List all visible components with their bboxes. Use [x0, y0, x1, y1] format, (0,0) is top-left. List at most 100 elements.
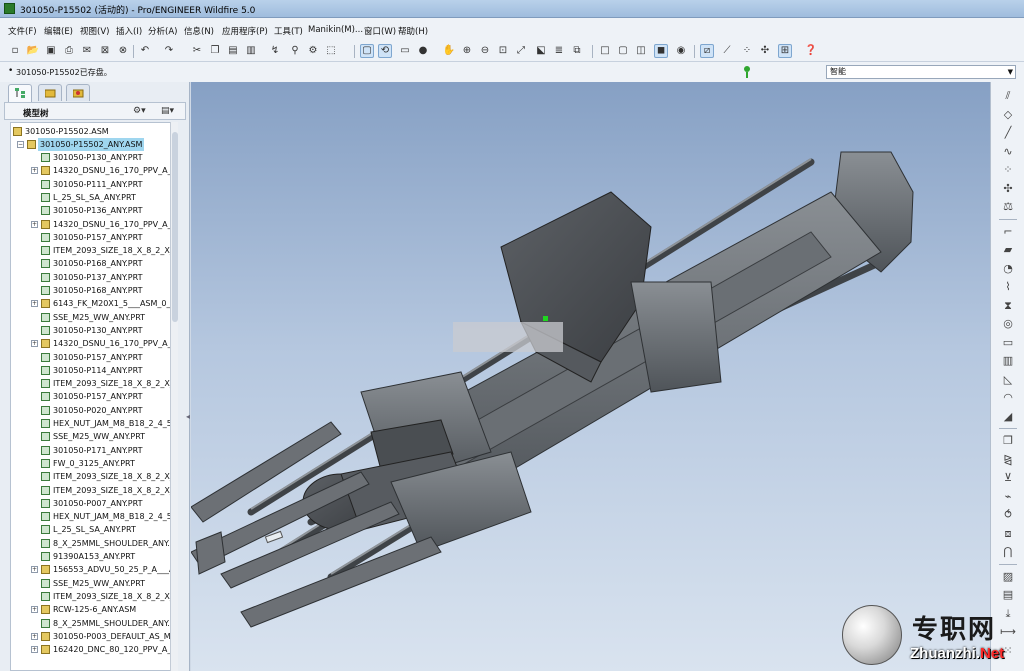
coordinate-systems-icon[interactable]: ✣	[758, 44, 772, 58]
pan-hand-icon[interactable]: ✋	[442, 44, 456, 58]
shading-ball-icon[interactable]: ●	[416, 44, 430, 58]
zoom-fit-icon[interactable]: ⊡	[496, 44, 510, 58]
expand-icon[interactable]: +	[31, 566, 38, 574]
tree-scrollbar[interactable]	[170, 122, 178, 671]
tree-item[interactable]: 301050-P157_ANY.PRT	[11, 231, 177, 244]
tree-item[interactable]: FW_0_3125_ANY.PRT	[11, 457, 177, 470]
intersect-icon[interactable]: ⋂	[1000, 544, 1016, 560]
paste-icon[interactable]: ▤	[226, 44, 240, 58]
collapse-icon[interactable]: −	[17, 141, 24, 148]
menu-tools[interactable]: 工具(T)	[274, 25, 303, 37]
zoom-out-icon[interactable]: ⊖	[478, 44, 492, 58]
tree-root[interactable]: 301050-P15502.ASM	[11, 125, 177, 138]
shading-icon[interactable]: ◼	[654, 44, 668, 58]
tree-selected-assembly[interactable]: − 301050-P15502_ANY.ASM	[11, 138, 177, 151]
sketched-curve-icon[interactable]: ∿	[1000, 144, 1016, 160]
tree-item[interactable]: 301050-P130_ANY.PRT	[11, 151, 177, 164]
new-icon[interactable]: ▫	[8, 44, 22, 58]
reorient-icon[interactable]: ⤢	[514, 44, 528, 58]
extrude-icon[interactable]: ▰	[1000, 242, 1016, 258]
refit-icon[interactable]: ▢	[360, 44, 374, 58]
menu-manikin[interactable]: Manikin(M)...	[308, 25, 363, 35]
tree-item[interactable]: +156553_ADVU_50_25_P_A___A	[11, 563, 177, 576]
offset-icon[interactable]: ⧈	[1000, 526, 1016, 542]
regenerate-icon[interactable]: ↯	[268, 44, 282, 58]
paste-special-icon[interactable]: ▥	[244, 44, 258, 58]
tree-item[interactable]: +162420_DNC_80_120_PPV_A_K	[11, 643, 177, 656]
expand-icon[interactable]: +	[31, 340, 38, 348]
tab-favorites[interactable]	[66, 84, 90, 101]
find-icon[interactable]: ⚲	[288, 44, 302, 58]
variable-sweep-icon[interactable]: ⌇	[1000, 279, 1016, 295]
tree-item[interactable]: ITEM_2093_SIZE_18_X_8_2_X_C	[11, 590, 177, 603]
mirror-icon[interactable]: ⧎	[1000, 452, 1016, 468]
sketch-icon[interactable]: ⌐	[1000, 224, 1016, 240]
datum-curve-icon[interactable]: ╱	[1000, 125, 1016, 141]
tree-item[interactable]: 91390A153_ANY.PRT	[11, 550, 177, 563]
tree-item[interactable]: ITEM_2093_SIZE_18_X_8_2_X_C	[11, 470, 177, 483]
expand-icon[interactable]: +	[31, 632, 38, 640]
chevron-down-icon[interactable]: ▼	[1008, 66, 1013, 78]
tree-item[interactable]: 301050-P168_ANY.PRT	[11, 257, 177, 270]
splitter-grip-icon[interactable]: ◂	[186, 412, 190, 421]
whats-this-icon[interactable]: ❓	[804, 44, 818, 58]
revolve-icon[interactable]: ◔	[1000, 261, 1016, 277]
tree-item[interactable]: SSE_M25_WW_ANY.PRT	[11, 430, 177, 443]
tree-item[interactable]: 301050-P020_ANY.PRT	[11, 404, 177, 417]
tree-item[interactable]: 301050-P168_ANY.PRT	[11, 284, 177, 297]
merge-icon[interactable]: ⊻	[1000, 470, 1016, 486]
menu-file[interactable]: 文件(F)	[8, 25, 37, 37]
tree-item[interactable]: SSE_M25_WW_ANY.PRT	[11, 577, 177, 590]
tree-item[interactable]: +301050-P003_DEFAULT_AS_M	[11, 630, 177, 643]
tree-item[interactable]: 301050-P157_ANY.PRT	[11, 351, 177, 364]
solidify-icon[interactable]: ▨	[1000, 569, 1016, 585]
cut-icon[interactable]: ✂	[190, 44, 204, 58]
round-icon[interactable]: ◠	[1000, 390, 1016, 406]
bolt-icon[interactable]: ⚙	[306, 44, 320, 58]
copy-feature-icon[interactable]: ❐	[1000, 433, 1016, 449]
tree-settings-icon[interactable]: ⚙▾	[133, 105, 146, 118]
tree-show-icon[interactable]: ▤▾	[161, 105, 174, 118]
tab-model-tree[interactable]	[8, 84, 32, 102]
tree-item[interactable]: +14320_DSNU_16_170_PPV_A___	[11, 337, 177, 350]
menu-window[interactable]: 窗口(W)	[364, 25, 396, 37]
open-icon[interactable]: 📂	[26, 44, 40, 58]
menu-analysis[interactable]: 分析(A)	[148, 25, 177, 37]
datum-point-icon[interactable]: ⁘	[1000, 162, 1016, 178]
datum-points-icon[interactable]: ⁘	[740, 44, 754, 58]
tree-item[interactable]: ITEM_2093_SIZE_18_X_8_2_X_C	[11, 377, 177, 390]
expand-icon[interactable]: +	[31, 606, 38, 614]
menu-applications[interactable]: 应用程序(P)	[222, 25, 268, 37]
annotations-icon[interactable]: ⊞	[778, 44, 792, 58]
shell-icon[interactable]: ▭	[1000, 335, 1016, 351]
tree-item[interactable]: 8_X_25MML_SHOULDER_ANY.	[11, 617, 177, 630]
orient-icon[interactable]: ▭	[398, 44, 412, 58]
expand-icon[interactable]: +	[31, 300, 38, 308]
expand-icon[interactable]: +	[31, 646, 38, 654]
tree-item[interactable]: 301050-P130_ANY.PRT	[11, 324, 177, 337]
analysis-icon[interactable]: ⚖	[1000, 199, 1016, 215]
tree-item[interactable]: 301050-P114_ANY.PRT	[11, 364, 177, 377]
wireframe-icon[interactable]: □	[598, 44, 612, 58]
tree-item[interactable]: HEX_NUT_JAM_M8_B18_2_4_5	[11, 417, 177, 430]
datum-axes-icon[interactable]: ⟋	[720, 44, 734, 58]
wrap-icon[interactable]: ⥀	[1000, 507, 1016, 523]
draft-icon[interactable]: ◺	[1000, 372, 1016, 388]
trim-icon[interactable]: ⌁	[1000, 489, 1016, 505]
redo-icon[interactable]: ↷	[162, 44, 176, 58]
menu-help[interactable]: 帮助(H)	[398, 25, 428, 37]
expand-icon[interactable]: +	[31, 220, 38, 228]
chamfer-icon[interactable]: ◢	[1000, 409, 1016, 425]
print-icon[interactable]: ⎙	[62, 44, 76, 58]
tree-item[interactable]: +14320_DSNU_16_170_PPV_A___	[11, 164, 177, 177]
datum-axis-icon[interactable]: ◇	[1000, 107, 1016, 123]
menu-insert[interactable]: 插入(I)	[116, 25, 142, 37]
tree-item[interactable]: 301050-P157_ANY.PRT	[11, 390, 177, 403]
tree-item[interactable]: L_25_SL_SA_ANY.PRT	[11, 523, 177, 536]
menu-view[interactable]: 视图(V)	[80, 25, 109, 37]
copy-icon[interactable]: ❐	[208, 44, 222, 58]
cad-model[interactable]	[191, 82, 990, 671]
coord-sys-icon[interactable]: ✣	[1000, 181, 1016, 197]
tree-item[interactable]: 301050-P171_ANY.PRT	[11, 444, 177, 457]
tree-item[interactable]: +14320_DSNU_16_170_PPV_A___	[11, 218, 177, 231]
